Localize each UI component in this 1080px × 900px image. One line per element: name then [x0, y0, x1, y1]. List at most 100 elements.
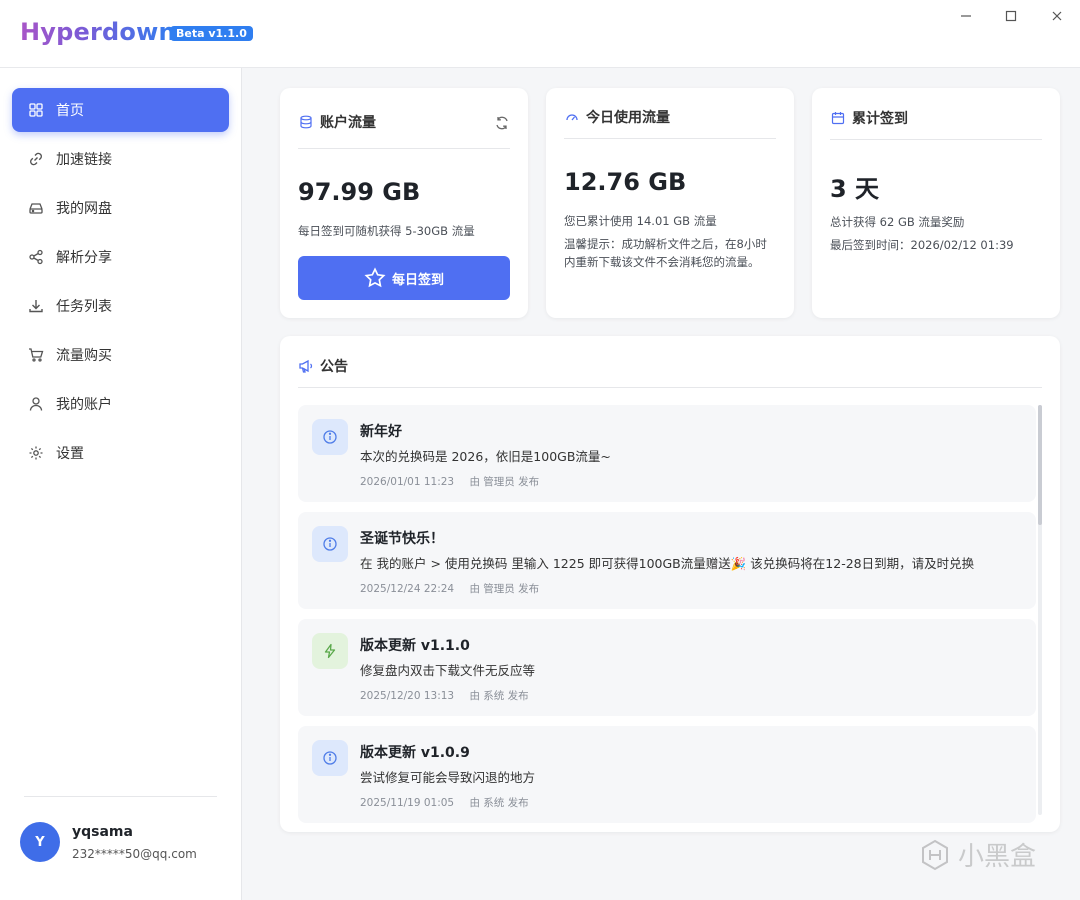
watermark-text: 小黑盒: [958, 842, 1037, 872]
card-divider: [830, 139, 1042, 140]
megaphone-icon: [298, 358, 314, 374]
watermark: 小黑盒: [918, 836, 1036, 873]
drive-icon: [28, 200, 44, 216]
announcement-date: 2025/12/20 13:13: [360, 690, 455, 702]
sidebar-item-label: 流量购买: [56, 348, 112, 364]
checkin-total-card: 累计签到 3 天 总计获得 62 GB 流量奖励 最后签到时间：2026/02/…: [812, 88, 1060, 318]
user-icon: [28, 396, 44, 412]
announcement-author: 由 系统 发布: [469, 690, 529, 702]
announcements-card: 公告 新年好 本次的兑换码是 2026，依旧是100GB流量~ 2026/01/…: [280, 336, 1060, 832]
card-divider: [298, 148, 510, 149]
sidebar-item-buy-traffic[interactable]: 流量购买: [12, 333, 229, 377]
announcement-item[interactable]: 版本更新 v1.0.9 尝试修复可能会导致闪退的地方 2025/11/19 01…: [298, 726, 1036, 823]
account-traffic-desc: 每日签到可随机获得 5-30GB 流量: [298, 224, 475, 238]
announcement-body: 尝试修复可能会导致闪退的地方: [360, 770, 536, 785]
announcement-date: 2026/01/01 11:23: [360, 476, 455, 488]
sidebar-item-my-account[interactable]: 我的账户: [12, 382, 229, 426]
sidebar-item-label: 我的网盘: [56, 201, 112, 217]
user-name: yqsama: [72, 824, 133, 840]
cart-icon: [28, 347, 44, 363]
today-usage-card: 今日使用流量 12.76 GB 您已累计使用 14.01 GB 流量 温馨提示：…: [546, 88, 794, 318]
announcement-author: 由 系统 发布: [469, 797, 529, 809]
announcement-meta: 2025/12/20 13:13 由 系统 发布: [360, 688, 541, 703]
announcement-date: 2025/11/19 01:05: [360, 797, 455, 809]
announcement-body: 在 我的账户 > 使用兑换码 里输入 1225 即可获得100GB流量赠送🎉 该…: [360, 556, 975, 571]
total-usage-desc: 您已累计使用 14.01 GB 流量: [564, 214, 717, 228]
announcement-author: 由 管理员 发布: [469, 476, 540, 488]
info-icon: [312, 740, 348, 776]
announcement-body: 本次的兑换码是 2026，依旧是100GB流量~: [360, 449, 611, 464]
card-divider: [298, 387, 1042, 388]
star-icon: [364, 267, 386, 288]
sidebar-item-parse-share[interactable]: 解析分享: [12, 235, 229, 279]
sidebar-item-label: 解析分享: [56, 250, 112, 266]
announcement-item[interactable]: 新年好 本次的兑换码是 2026，依旧是100GB流量~ 2026/01/01 …: [298, 405, 1036, 502]
sidebar-item-label: 我的账户: [56, 397, 112, 413]
card-title: 账户流量: [320, 115, 376, 131]
refresh-icon[interactable]: [494, 115, 510, 131]
card-header: 账户流量: [298, 112, 376, 132]
announcement-title: 版本更新 v1.1.0: [360, 638, 470, 654]
version-badge: Beta v1.1.0: [170, 26, 253, 41]
sidebar-item-home[interactable]: 首页: [12, 88, 229, 132]
today-usage-value: 12.76 GB: [564, 168, 687, 196]
sidebar-item-my-drive[interactable]: 我的网盘: [12, 186, 229, 230]
link-icon: [28, 151, 44, 167]
title-bar: Hyperdown Beta v1.1.0: [0, 0, 1080, 68]
sidebar-item-label: 首页: [56, 103, 84, 119]
announcement-meta: 2025/12/24 22:24 由 管理员 发布: [360, 581, 551, 596]
account-traffic-value: 97.99 GB: [298, 178, 421, 206]
announcement-item[interactable]: 版本更新 v1.1.0 修复盘内双击下载文件无反应等 2025/12/20 13…: [298, 619, 1036, 716]
app-title: Hyperdown: [20, 18, 176, 46]
announcement-item[interactable]: 圣诞节快乐！ 在 我的账户 > 使用兑换码 里输入 1225 即可获得100GB…: [298, 512, 1036, 609]
account-traffic-card: 账户流量 97.99 GB 每日签到可随机获得 5-30GB 流量 每日签到: [280, 88, 528, 318]
daily-checkin-button[interactable]: 每日签到: [298, 256, 510, 300]
watermark-logo-icon: [922, 839, 948, 870]
usage-tip-line1: 温馨提示：成功解析文件之后，在8小时: [564, 237, 767, 251]
info-icon: [312, 526, 348, 562]
grid-icon: [28, 102, 44, 118]
sidebar: 首页 加速链接 我的网盘 解析分享 任务列表 流量购买 我的账户 设置 Y yq…: [0, 68, 242, 900]
sidebar-item-label: 设置: [56, 446, 84, 462]
checkin-days-value: 3 天: [830, 175, 880, 203]
sidebar-item-task-list[interactable]: 任务列表: [12, 284, 229, 328]
minimize-icon[interactable]: [951, 6, 981, 26]
gauge-icon: [564, 109, 580, 125]
announcement-meta: 2025/11/19 01:05 由 系统 发布: [360, 795, 541, 810]
lightning-icon: [312, 633, 348, 669]
avatar[interactable]: Y: [20, 822, 60, 862]
user-email: 232*****50@qq.com: [72, 847, 197, 861]
last-checkin-time: 最后签到时间：2026/02/12 01:39: [830, 238, 1014, 252]
card-header: 公告: [298, 356, 348, 376]
announcement-body: 修复盘内双击下载文件无反应等: [360, 663, 536, 678]
database-icon: [298, 114, 314, 130]
announcements-title: 公告: [320, 359, 348, 375]
card-title: 累计签到: [852, 111, 908, 127]
scrollbar-thumb[interactable]: [1038, 405, 1042, 525]
maximize-icon[interactable]: [996, 6, 1026, 26]
daily-checkin-label: 每日签到: [391, 272, 444, 288]
sidebar-divider: [24, 796, 217, 797]
gear-icon: [28, 445, 44, 461]
sidebar-item-label: 任务列表: [56, 299, 112, 315]
calendar-icon: [830, 110, 846, 126]
card-header: 累计签到: [830, 108, 908, 128]
announcement-title: 圣诞节快乐！: [360, 531, 444, 547]
checkin-reward-desc: 总计获得 62 GB 流量奖励: [830, 215, 965, 229]
announcement-title: 版本更新 v1.0.9: [360, 745, 470, 761]
usage-tip-line2: 内重新下载该文件不会消耗您的流量。: [564, 255, 760, 269]
share-icon: [28, 249, 44, 265]
card-header: 今日使用流量: [564, 107, 670, 127]
download-icon: [28, 298, 44, 314]
info-icon: [312, 419, 348, 455]
announcement-author: 由 管理员 发布: [469, 583, 540, 595]
sidebar-item-accelerate-link[interactable]: 加速链接: [12, 137, 229, 181]
sidebar-item-label: 加速链接: [56, 152, 112, 168]
close-icon[interactable]: [1042, 6, 1072, 26]
sidebar-item-settings[interactable]: 设置: [12, 431, 229, 475]
announcement-meta: 2026/01/01 11:23 由 管理员 发布: [360, 474, 551, 489]
card-title: 今日使用流量: [586, 110, 670, 126]
announcement-title: 新年好: [360, 424, 402, 440]
announcement-date: 2025/12/24 22:24: [360, 583, 455, 595]
card-divider: [564, 138, 776, 139]
